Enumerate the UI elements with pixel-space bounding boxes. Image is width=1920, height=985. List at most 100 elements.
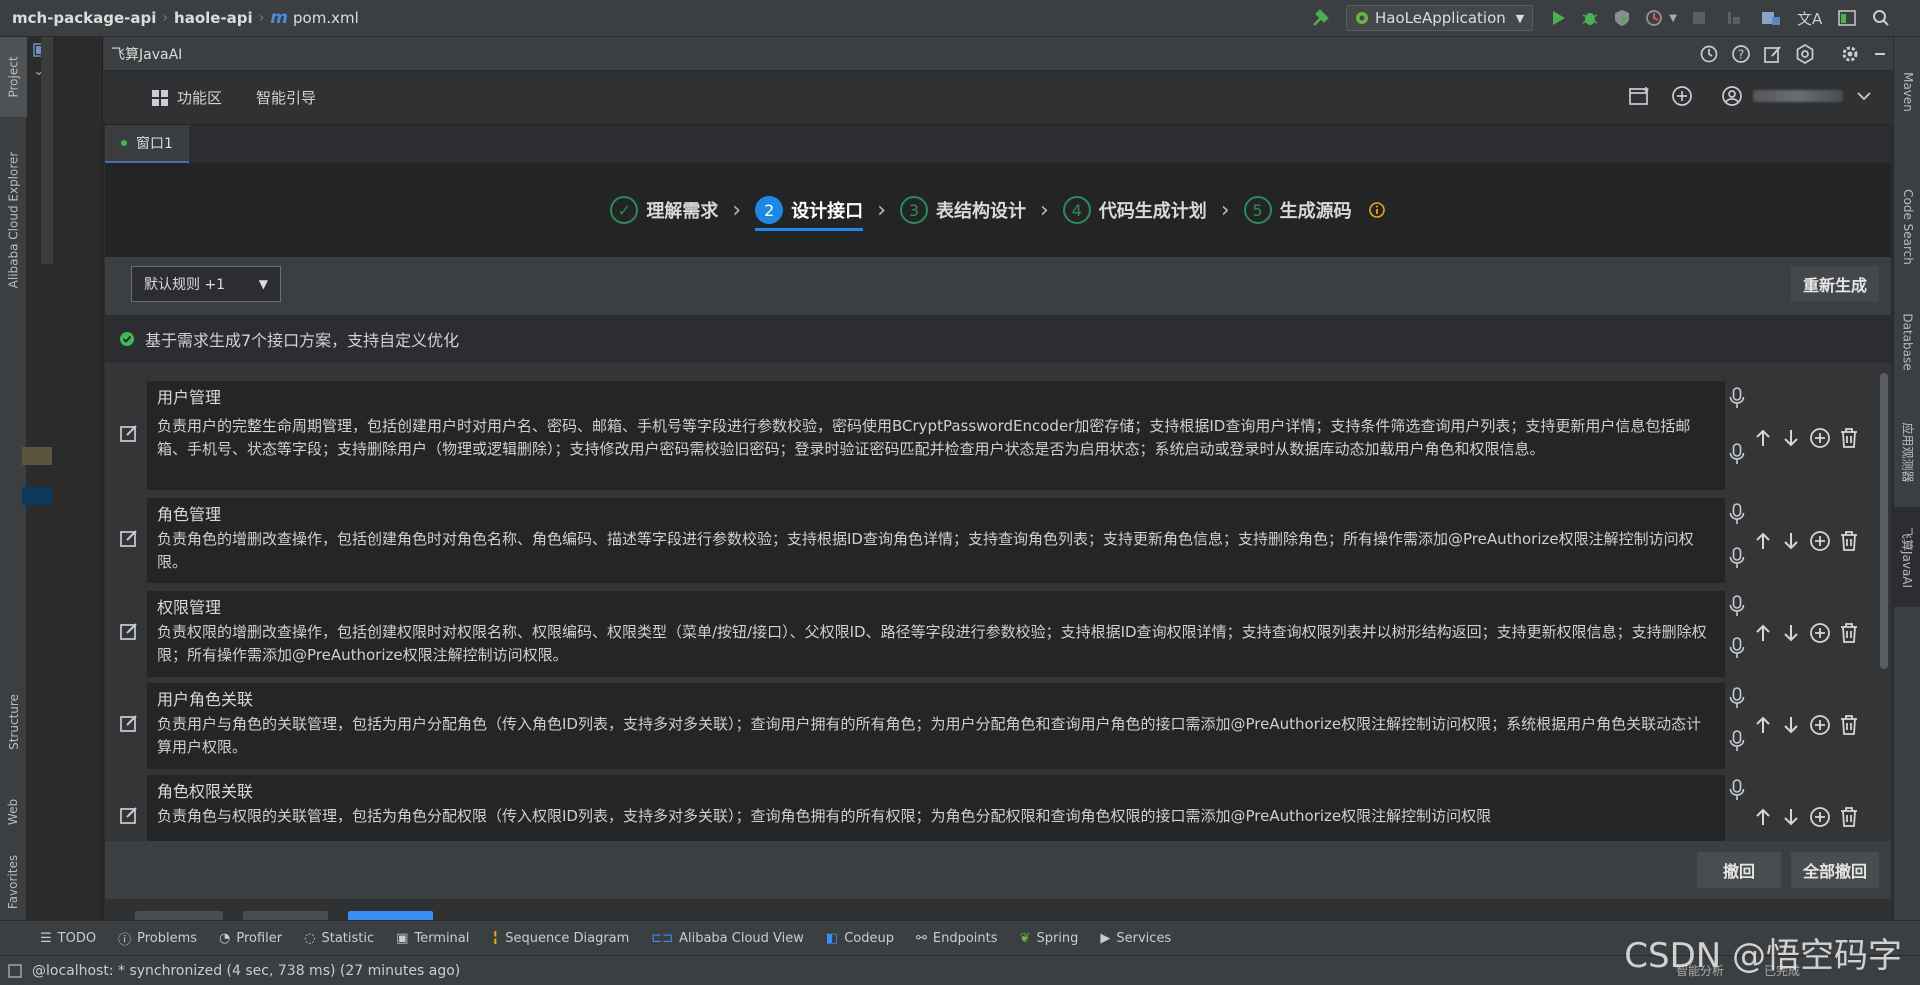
run-configuration-select[interactable]: HaoLeApplication ▼ — [1346, 5, 1534, 31]
gear-icon[interactable] — [1841, 45, 1859, 63]
statistic-tool-button[interactable]: ◌ Statistic — [304, 931, 374, 946]
coverage-icon[interactable] — [1613, 9, 1631, 27]
trash-icon[interactable] — [1839, 714, 1867, 736]
function-area-button[interactable]: 功能区 — [151, 87, 222, 108]
edit-icon[interactable] — [119, 621, 139, 641]
microphone-icon[interactable] — [1729, 503, 1745, 525]
breadcrumb-project[interactable]: mch-package-api — [12, 9, 156, 27]
build-hammer-icon[interactable] — [1310, 7, 1332, 29]
add-circle-icon[interactable] — [1809, 530, 1839, 552]
trash-icon[interactable] — [1839, 806, 1867, 828]
stop-icon[interactable] — [1691, 10, 1707, 26]
arrow-up-icon[interactable] — [1753, 428, 1781, 448]
endpoints-tool-button[interactable]: ⚯ Endpoints — [916, 931, 998, 946]
undo-all-button[interactable]: 全部撤回 — [1790, 852, 1879, 888]
profiler-icon[interactable] — [1645, 9, 1663, 27]
microphone-icon[interactable] — [1729, 730, 1745, 752]
microphone-icon[interactable] — [1729, 687, 1745, 709]
alibaba-cloud-view-tool-button[interactable]: ⊏⊐ Alibaba Cloud View — [651, 931, 804, 946]
arrow-up-icon[interactable] — [1753, 807, 1781, 827]
spring-tool-button[interactable]: ❦ Spring — [1020, 931, 1079, 946]
step-understand-requirements[interactable]: ✓ 理解需求 — [610, 196, 718, 224]
add-circle-icon[interactable] — [1809, 806, 1839, 828]
breadcrumb-module[interactable]: haole-api — [174, 9, 253, 27]
arrow-down-icon[interactable] — [1781, 531, 1809, 551]
undo-button[interactable]: 撤回 — [1696, 852, 1781, 888]
run-icon[interactable] — [1549, 9, 1567, 27]
minimize-icon[interactable] — [1873, 47, 1887, 61]
codeup-tool-button[interactable]: ◧ Codeup — [826, 931, 894, 946]
edit-icon[interactable] — [119, 713, 139, 733]
translate-icon[interactable]: 文A — [1797, 8, 1822, 29]
edit-icon[interactable] — [119, 528, 139, 548]
tool-tab-database[interactable]: Database — [1894, 292, 1920, 392]
regenerate-button[interactable]: 重新生成 — [1790, 266, 1879, 302]
tree-scrollbar[interactable] — [41, 37, 53, 264]
help-icon[interactable]: ? — [1731, 44, 1751, 64]
tool-tab-structure[interactable]: Structure — [0, 677, 27, 767]
info-icon[interactable] — [1368, 201, 1386, 219]
list-item[interactable]: 权限管理 负责权限的增删改查操作，包括创建权限时对权限名称、权限编码、权限类型（… — [147, 591, 1725, 677]
arrow-down-icon[interactable] — [1781, 428, 1809, 448]
terminal-window-icon[interactable] — [1838, 10, 1856, 26]
microphone-icon[interactable] — [1729, 443, 1745, 465]
window-tab-1[interactable]: 窗口1 — [105, 125, 189, 163]
tool-tab-javaai[interactable]: 飞算JavaAI — [1894, 507, 1920, 607]
profiler-tool-button[interactable]: ◔ Profiler — [219, 931, 282, 946]
trash-icon[interactable] — [1839, 530, 1867, 552]
panel-toggle-icon[interactable] — [8, 963, 22, 978]
card-list-scrollbar[interactable] — [1880, 373, 1888, 669]
settings-icon[interactable] — [1795, 44, 1815, 64]
chevron-down-icon[interactable] — [1857, 91, 1871, 101]
list-item[interactable]: 用户角色关联 负责用户与角色的关联管理，包括为用户分配角色（传入角色ID列表，支… — [147, 683, 1725, 769]
arrow-down-icon[interactable] — [1781, 623, 1809, 643]
tool-tab-favorites[interactable]: Favorites — [0, 837, 27, 927]
new-window-icon[interactable] — [1629, 86, 1651, 106]
add-circle-icon[interactable] — [1809, 622, 1839, 644]
chevron-down-icon[interactable]: ▼ — [1669, 13, 1677, 24]
step-table-design[interactable]: 3 表结构设计 — [900, 196, 1026, 224]
arrow-up-icon[interactable] — [1753, 531, 1781, 551]
arrow-up-icon[interactable] — [1753, 715, 1781, 735]
edit-icon[interactable] — [119, 423, 139, 443]
arrow-down-icon[interactable] — [1781, 807, 1809, 827]
microphone-icon[interactable] — [1729, 637, 1745, 659]
project-structure-icon[interactable] — [1761, 9, 1781, 27]
trash-icon[interactable] — [1839, 622, 1867, 644]
add-circle-icon[interactable] — [1809, 714, 1839, 736]
breadcrumb-file[interactable]: pom.xml — [293, 9, 359, 27]
debug-icon[interactable] — [1581, 9, 1599, 27]
terminal-tool-button[interactable]: ▣ Terminal — [396, 931, 469, 946]
rule-select[interactable]: 默认规则 +1 ▼ — [131, 266, 281, 302]
search-icon[interactable] — [1872, 9, 1890, 27]
history-icon[interactable] — [1699, 44, 1719, 64]
step-generate-source[interactable]: 5 生成源码 — [1243, 196, 1352, 224]
arrow-down-icon[interactable] — [1781, 715, 1809, 735]
trash-icon[interactable] — [1839, 427, 1867, 449]
problems-tool-button[interactable]: ⓘ Problems — [118, 929, 197, 948]
add-circle-icon[interactable] — [1671, 85, 1693, 107]
user-avatar-icon[interactable] — [1721, 85, 1743, 107]
microphone-icon[interactable] — [1729, 387, 1745, 409]
tool-tab-app-observer[interactable]: 应用观测器 — [1894, 402, 1920, 502]
tool-tab-maven[interactable]: Maven — [1894, 47, 1920, 137]
list-item[interactable]: 角色管理 负责角色的增删改查操作，包括创建角色时对角色名称、角色编码、描述等字段… — [147, 498, 1725, 583]
tool-tab-project[interactable]: Project — [0, 37, 27, 117]
tool-tab-code-search[interactable]: Code Search — [1894, 167, 1920, 287]
edit-icon[interactable] — [119, 805, 139, 825]
list-item[interactable]: 角色权限关联 负责角色与权限的关联管理，包括为角色分配权限（传入权限ID列表，支… — [147, 775, 1725, 841]
add-circle-icon[interactable] — [1809, 427, 1839, 449]
step-design-interface[interactable]: 2 设计接口 — [755, 196, 864, 231]
sequence-diagram-tool-button[interactable]: ╏ Sequence Diagram — [491, 931, 629, 946]
edit-note-icon[interactable] — [1763, 44, 1783, 64]
microphone-icon[interactable] — [1729, 547, 1745, 569]
microphone-icon[interactable] — [1729, 779, 1745, 801]
arrow-up-icon[interactable] — [1753, 623, 1781, 643]
step-code-gen-plan[interactable]: 4 代码生成计划 — [1062, 196, 1207, 224]
smart-guide-button[interactable]: 智能引导 — [256, 87, 316, 108]
list-item[interactable]: 用户管理 负责用户的完整生命周期管理，包括创建用户时对用户名、密码、邮箱、手机号… — [147, 381, 1725, 490]
microphone-icon[interactable] — [1729, 595, 1745, 617]
tool-tab-alibaba-cloud-explorer[interactable]: Alibaba Cloud Explorer — [0, 132, 27, 307]
services-tool-button[interactable]: ▶ Services — [1100, 931, 1171, 946]
attach-debugger-icon[interactable] — [1725, 9, 1743, 27]
